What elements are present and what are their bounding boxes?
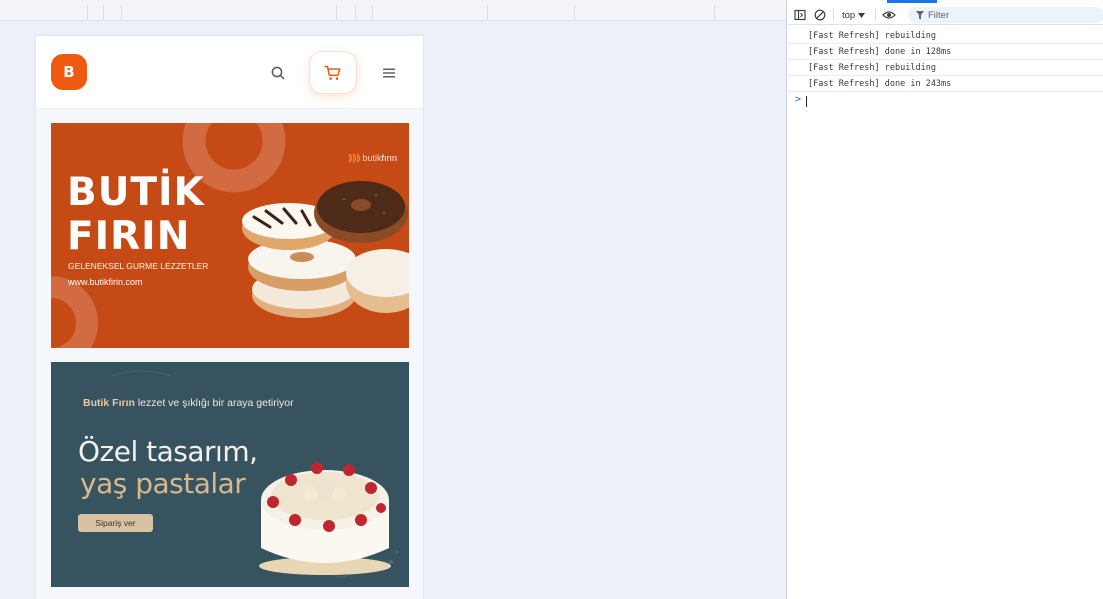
- console-message: [Fast Refresh] done in 243ms: [787, 76, 1103, 92]
- sidebar-toggle-button[interactable]: [793, 8, 807, 22]
- live-expression-button[interactable]: [882, 8, 896, 22]
- banner-title-line2: yaş pastalar: [80, 467, 246, 500]
- context-selector[interactable]: top: [842, 8, 866, 22]
- search-button[interactable]: [265, 61, 291, 85]
- mobile-viewport: B ⟫⟫⟫ butikfırın BUTİK FIRIN GELENEKSEL …: [35, 35, 424, 599]
- strip-divider: [574, 5, 575, 20]
- search-icon: [271, 66, 285, 80]
- filter-icon: [916, 10, 924, 19]
- strip-divider: [121, 5, 122, 20]
- filter-placeholder: Filter: [928, 9, 950, 21]
- cart-button[interactable]: [309, 51, 357, 94]
- banner-tagline: Butik Fırın lezzet ve şıklığı bir araya …: [83, 397, 294, 409]
- strip-divider: [372, 5, 373, 20]
- console-message: [Fast Refresh] rebuilding: [787, 28, 1103, 44]
- browser-top-strip: [0, 0, 786, 21]
- banner-title-line1: Özel tasarım,: [78, 435, 258, 468]
- cake-image: [259, 462, 391, 575]
- banner-title-line1: BUTİK: [67, 170, 205, 215]
- dropdown-arrow-icon: [858, 12, 866, 18]
- strip-divider: [355, 5, 356, 20]
- strip-divider: [87, 5, 88, 20]
- site-header: B: [36, 36, 423, 109]
- console-input[interactable]: [806, 96, 807, 107]
- console-prompt-icon: >: [795, 94, 802, 105]
- banner-title-line2: FIRIN: [67, 214, 191, 259]
- order-button[interactable]: Sipariş ver: [78, 514, 153, 532]
- active-tab-indicator: [887, 0, 937, 3]
- clear-console-button[interactable]: [813, 8, 827, 22]
- cart-icon: [324, 65, 341, 80]
- promo-banner-donuts[interactable]: ⟫⟫⟫ butikfırın BUTİK FIRIN GELENEKSEL GU…: [51, 123, 409, 348]
- banner-brand: ⟫⟫⟫ butikfırın: [347, 153, 397, 163]
- sidebar-icon: [794, 9, 806, 21]
- devtools-panel: top Filter [Fast Refresh] rebuilding [Fa…: [786, 0, 1103, 599]
- brand-logo[interactable]: B: [51, 54, 87, 90]
- clear-icon: [814, 9, 826, 21]
- eye-icon: [882, 11, 896, 19]
- banner-subtitle: GELENEKSEL GURME LEZZETLER: [68, 261, 209, 271]
- strip-divider: [487, 5, 488, 20]
- console-message: [Fast Refresh] done in 128ms: [787, 44, 1103, 60]
- console-message: [Fast Refresh] rebuilding: [787, 60, 1103, 76]
- strip-divider: [714, 5, 715, 20]
- toolbar-divider: [833, 9, 834, 21]
- console-toolbar: top Filter: [787, 5, 1103, 25]
- filter-input[interactable]: Filter: [908, 7, 1103, 23]
- menu-button[interactable]: [377, 61, 401, 85]
- console-log: [Fast Refresh] rebuilding [Fast Refresh]…: [787, 28, 1103, 92]
- strip-divider: [336, 5, 337, 20]
- donuts-image: [242, 181, 409, 318]
- context-label: top: [842, 9, 856, 21]
- menu-icon: [383, 68, 395, 78]
- promo-banner-cakes[interactable]: Butik Fırın lezzet ve şıklığı bir araya …: [51, 362, 409, 587]
- toolbar-divider: [875, 9, 876, 21]
- banner-url: www.butikfirin.com: [68, 277, 143, 287]
- strip-divider: [103, 5, 104, 20]
